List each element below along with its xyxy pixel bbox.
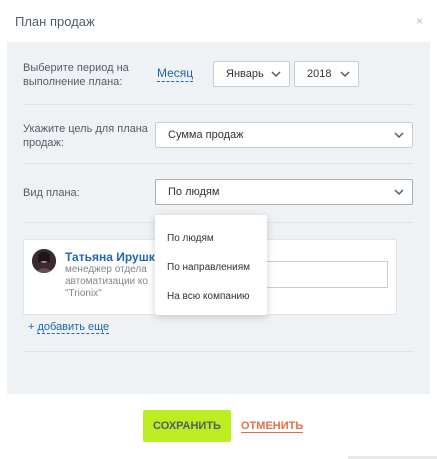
chevron-down-icon	[271, 71, 281, 78]
avatar-icon	[32, 249, 56, 273]
period-label: Выберите период на выполнение плана:	[23, 62, 129, 88]
divider	[23, 163, 414, 164]
user-role-line: менеджер отдела	[65, 264, 147, 275]
user-role-line: автоматизации ко	[65, 276, 148, 287]
divider	[23, 351, 414, 352]
cancel-button[interactable]: ОТМЕНИТЬ	[241, 420, 304, 433]
dropdown-option-whole-company[interactable]: На всю компанию	[167, 291, 250, 302]
plan-amount-input[interactable]	[255, 261, 388, 288]
chevron-down-icon	[394, 189, 404, 196]
add-more-label: добавить еще	[37, 321, 110, 334]
save-button[interactable]: СОХРАНИТЬ	[143, 410, 231, 442]
year-select-value: 2018	[307, 68, 332, 80]
period-type-link[interactable]: Месяц	[157, 66, 194, 82]
chevron-down-icon	[340, 71, 350, 78]
divider	[23, 104, 414, 105]
dropdown-option-by-people[interactable]: По людям	[167, 233, 214, 244]
year-select[interactable]: 2018	[294, 61, 359, 87]
add-more-link[interactable]: + добавить еще	[28, 321, 110, 334]
user-role: менеджер отдела автоматизации ко "Trioni…	[65, 264, 157, 300]
user-role-line: "Trionix"	[65, 288, 102, 299]
plan-type-dropdown: По людям По направлениям На всю компанию	[155, 215, 267, 315]
dropdown-option-by-direction[interactable]: По направлениям	[167, 262, 250, 273]
plan-type-label: Вид плана:	[23, 187, 80, 199]
month-select-value: Январь	[226, 68, 264, 80]
dialog-title: План продаж	[15, 14, 95, 29]
month-select[interactable]: Январь	[213, 61, 290, 87]
user-name[interactable]: Татьяна Ирушки	[65, 250, 162, 264]
goal-label: Укажите цель для плана продаж:	[23, 123, 148, 149]
plan-type-select-value: По людям	[168, 186, 220, 198]
chevron-down-icon	[394, 132, 404, 139]
plan-type-select[interactable]: По людям	[155, 179, 413, 205]
goal-select[interactable]: Сумма продаж	[155, 122, 413, 148]
sales-plan-dialog: План продаж × Выберите период на выполне…	[0, 0, 437, 459]
goal-select-value: Сумма продаж	[168, 129, 244, 141]
close-icon[interactable]: ×	[416, 14, 423, 28]
avatar	[32, 249, 56, 273]
